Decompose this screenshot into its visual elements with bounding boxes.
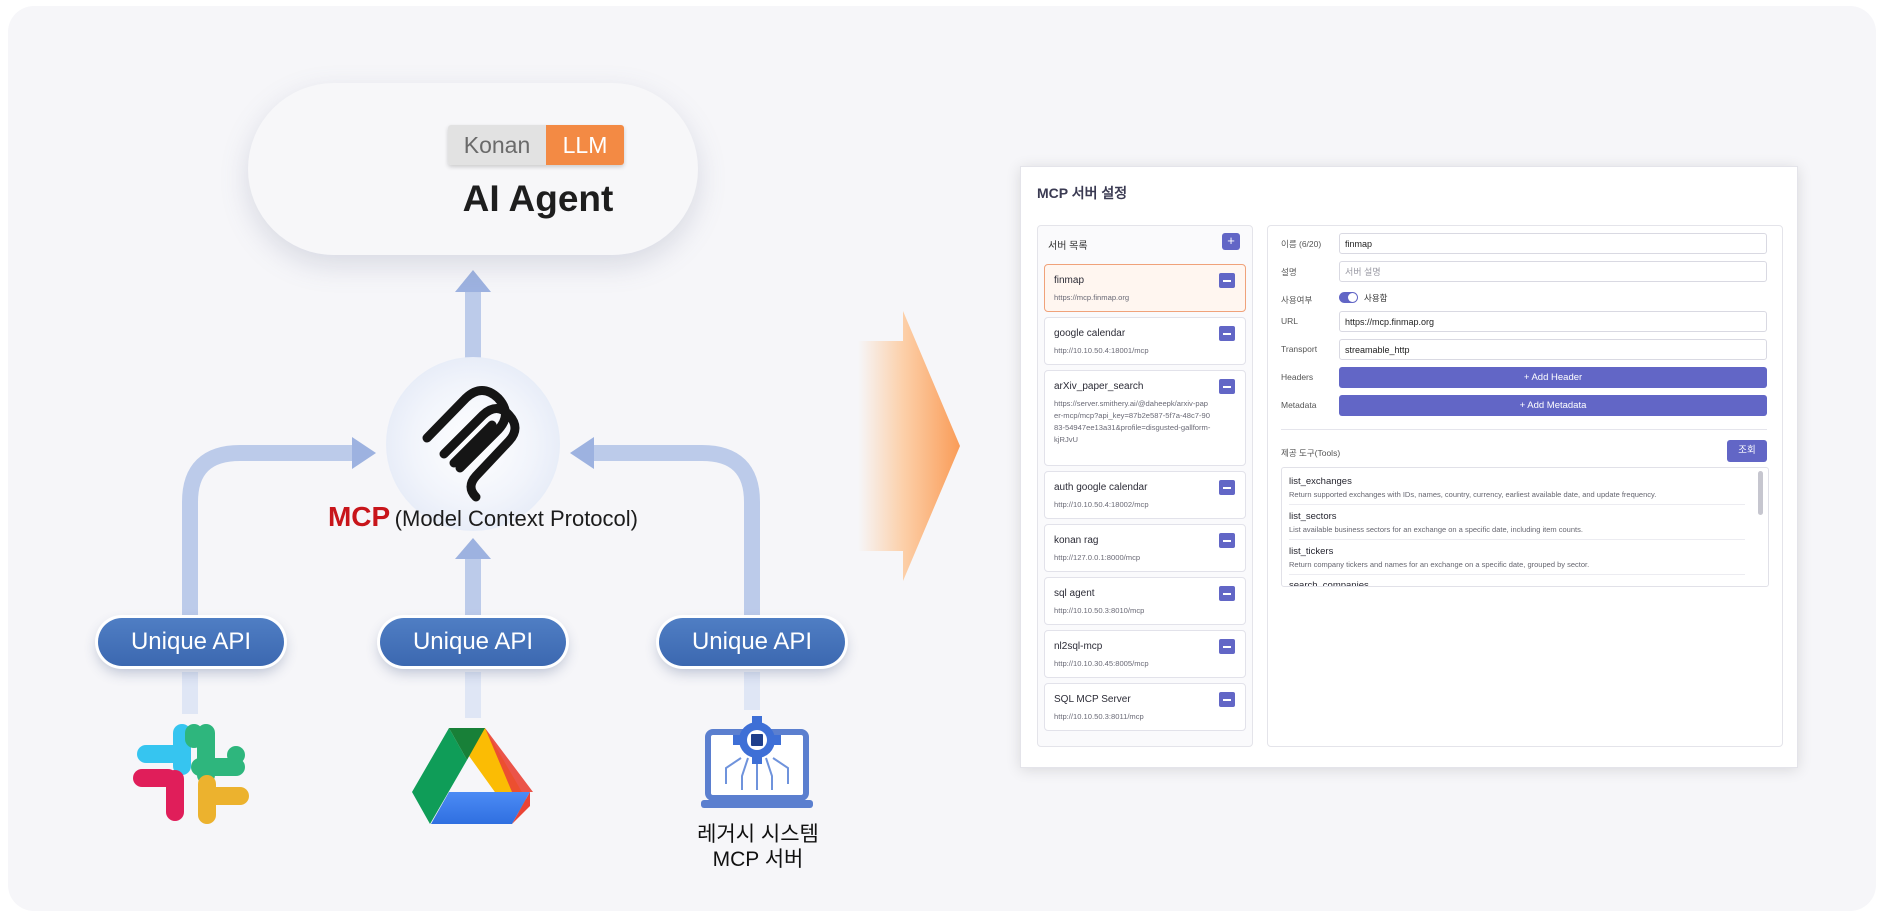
right-connector	[588, 445, 760, 622]
headers-label: Headers	[1281, 372, 1314, 382]
enabled-toggle[interactable]	[1339, 292, 1358, 303]
legacy-label-line2: MCP 서버	[712, 848, 804, 871]
remove-server-button[interactable]	[1219, 480, 1235, 495]
tool-name: list_tickers	[1289, 546, 1334, 557]
arrowhead-left	[352, 437, 376, 469]
legacy-system-label: 레거시 시스템 MCP 서버	[673, 822, 843, 872]
enabled-label: 사용여부	[1281, 295, 1313, 305]
url-input[interactable]: https://mcp.finmap.org	[1339, 311, 1767, 332]
mcp-server-settings-panel: MCP 서버 설정 서버 목록 + finmap https://mcp.fin…	[1020, 166, 1798, 768]
server-url: http://127.0.0.1:8000/mcp	[1054, 553, 1141, 562]
left-connector	[182, 445, 358, 622]
tool-item: list_exchanges Return supported exchange…	[1289, 476, 1745, 499]
server-name: arXiv_paper_search	[1054, 381, 1144, 392]
konan-llm-badge: Konan LLM	[448, 125, 624, 165]
unique-api-pill-drive: Unique API	[380, 618, 566, 666]
url-label: URL	[1281, 316, 1299, 326]
server-name: finmap	[1054, 275, 1085, 286]
server-url: http://10.10.50.4:18001/mcp	[1054, 346, 1149, 355]
server-name: konan rag	[1054, 535, 1099, 546]
tool-item: list_tickers Return company tickers and …	[1289, 546, 1745, 569]
remove-server-button[interactable]	[1219, 533, 1235, 548]
tool-item: list_sectors List available business sec…	[1289, 511, 1745, 534]
remove-server-button[interactable]	[1219, 692, 1235, 707]
server-name: auth google calendar	[1054, 482, 1148, 493]
arrowhead-up	[455, 270, 491, 292]
legacy-label-line1: 레거시 시스템	[697, 823, 819, 846]
transition-arrow-icon	[858, 311, 960, 581]
server-url: http://10.10.50.4:18002/mcp	[1054, 500, 1149, 509]
diagram-canvas: AI	[8, 6, 1876, 911]
description-input[interactable]: 서버 설명	[1339, 261, 1767, 282]
add-metadata-button[interactable]: + Add Metadata	[1339, 395, 1767, 416]
transport-label: Transport	[1281, 344, 1318, 354]
server-item-arxiv-paper-search[interactable]: arXiv_paper_search https://server.smithe…	[1044, 370, 1246, 466]
arrowhead-center	[455, 538, 491, 559]
konan-label: Konan	[448, 125, 546, 165]
panel-title: MCP 서버 설정	[1037, 185, 1128, 201]
llm-label: LLM	[546, 125, 624, 165]
server-url: http://10.10.50.3:8010/mcp	[1054, 606, 1145, 615]
tools-scrollbar[interactable]	[1758, 471, 1763, 515]
tool-description: List available business sectors for an e…	[1289, 525, 1583, 534]
server-url: https://mcp.finmap.org	[1054, 293, 1130, 302]
mcp-acronym: MCP	[327, 501, 391, 532]
server-item-finmap[interactable]: finmap https://mcp.finmap.org	[1044, 264, 1246, 312]
unique-api-pill-slack: Unique API	[98, 618, 284, 666]
tool-separator	[1289, 574, 1745, 575]
slack-logo-icon	[133, 724, 249, 824]
remove-server-button[interactable]	[1219, 379, 1235, 394]
server-name: sql agent	[1054, 588, 1095, 599]
server-list-header: 서버 목록	[1048, 241, 1088, 252]
transport-input[interactable]: streamable_http	[1339, 339, 1767, 360]
server-item-nl2sql-mcp[interactable]: nl2sql-mcp http://10.10.30.45:8005/mcp	[1044, 630, 1246, 678]
server-list: 서버 목록 + finmap https://mcp.finmap.org go…	[1037, 225, 1253, 747]
tool-separator	[1289, 504, 1745, 505]
mcp-full-name: (Model Context Protocol)	[394, 506, 638, 531]
query-tools-button[interactable]: 조회	[1727, 440, 1767, 462]
server-item-sql-agent[interactable]: sql agent http://10.10.50.3:8010/mcp	[1044, 577, 1246, 625]
enabled-toggle-label: 사용함	[1364, 293, 1388, 303]
server-name: google calendar	[1054, 328, 1126, 339]
tools-label: 제공 도구(Tools)	[1281, 448, 1341, 458]
server-name: SQL MCP Server	[1054, 694, 1131, 705]
server-url: http://10.10.30.45:8005/mcp	[1054, 659, 1149, 668]
remove-server-button[interactable]	[1219, 639, 1235, 654]
tool-description: Return supported exchanges with IDs, nam…	[1289, 490, 1657, 499]
add-server-button[interactable]: +	[1222, 233, 1240, 250]
server-detail-form: 이름 (6/20) finmap 설명 서버 설명 사용여부 사용함 URL h…	[1267, 225, 1783, 747]
server-item-google-calendar[interactable]: google calendar http://10.10.50.4:18001/…	[1044, 317, 1246, 365]
server-item-sql-mcp-server[interactable]: SQL MCP Server http://10.10.50.3:8011/mc…	[1044, 683, 1246, 731]
tool-description: Return company tickers and names for an …	[1289, 560, 1590, 569]
legacy-system-laptop-icon	[701, 716, 813, 808]
remove-server-button[interactable]	[1219, 326, 1235, 341]
form-divider	[1281, 429, 1767, 430]
name-label: 이름 (6/20)	[1281, 239, 1322, 249]
unique-api-pill-legacy: Unique API	[659, 618, 845, 666]
ai-agent-card	[248, 83, 698, 255]
description-label: 설명	[1281, 267, 1297, 277]
remove-server-button[interactable]	[1219, 586, 1235, 601]
server-url: http://10.10.50.3:8011/mcp	[1054, 712, 1144, 721]
metadata-label: Metadata	[1281, 400, 1317, 410]
remove-server-button[interactable]	[1219, 273, 1235, 288]
arrowhead-right	[570, 437, 594, 469]
tool-name: list_sectors	[1289, 511, 1337, 522]
name-input[interactable]: finmap	[1339, 233, 1767, 254]
server-item-auth-google-calendar[interactable]: auth google calendar http://10.10.50.4:1…	[1044, 471, 1246, 519]
mcp-label: MCP (Model Context Protocol)	[308, 501, 658, 533]
google-drive-logo-icon	[412, 728, 533, 824]
tool-name: list_exchanges	[1289, 476, 1352, 487]
server-name: nl2sql-mcp	[1054, 641, 1103, 652]
tools-list[interactable]: list_exchanges Return supported exchange…	[1281, 467, 1769, 587]
server-item-konan-rag[interactable]: konan rag http://127.0.0.1:8000/mcp	[1044, 524, 1246, 572]
tool-name: search_companies	[1289, 580, 1369, 587]
ai-agent-title: AI Agent	[462, 178, 614, 219]
tool-item: search_companies	[1289, 580, 1745, 587]
tool-separator	[1289, 539, 1745, 540]
add-header-button[interactable]: + Add Header	[1339, 367, 1767, 388]
server-url: https://server.smithery.ai/@daheepk/arxi…	[1054, 399, 1211, 444]
